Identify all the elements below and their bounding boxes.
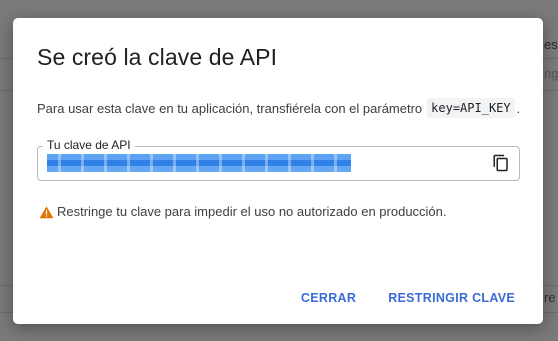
dialog-description: Para usar esta clave en tu aplicación, t… [37, 98, 520, 118]
background-text: ng [544, 66, 558, 81]
warning-icon [39, 205, 54, 219]
api-key-created-dialog: Se creó la clave de API Para usar esta c… [13, 18, 543, 324]
param-code: key=API_KEY [427, 98, 515, 118]
api-key-value[interactable] [47, 154, 351, 172]
description-suffix: . [516, 100, 521, 116]
background-text: re [544, 290, 556, 305]
warning-message: Restringe tu clave para impedir el uso n… [39, 204, 447, 219]
dialog-title: Se creó la clave de API [37, 44, 278, 70]
background-text: est [544, 37, 558, 52]
description-text: Para usar esta clave en tu aplicación, t… [37, 100, 423, 116]
warning-text: Restringe tu clave para impedir el uso n… [57, 204, 447, 219]
dialog-actions: CERRAR RESTRINGIR CLAVE [277, 272, 543, 324]
copy-icon[interactable] [492, 154, 510, 172]
api-key-field[interactable]: Tu clave de API [37, 138, 520, 181]
restrict-key-button[interactable]: RESTRINGIR CLAVE [380, 285, 523, 311]
close-button[interactable]: CERRAR [293, 285, 364, 311]
api-key-label: Tu clave de API [43, 138, 135, 152]
